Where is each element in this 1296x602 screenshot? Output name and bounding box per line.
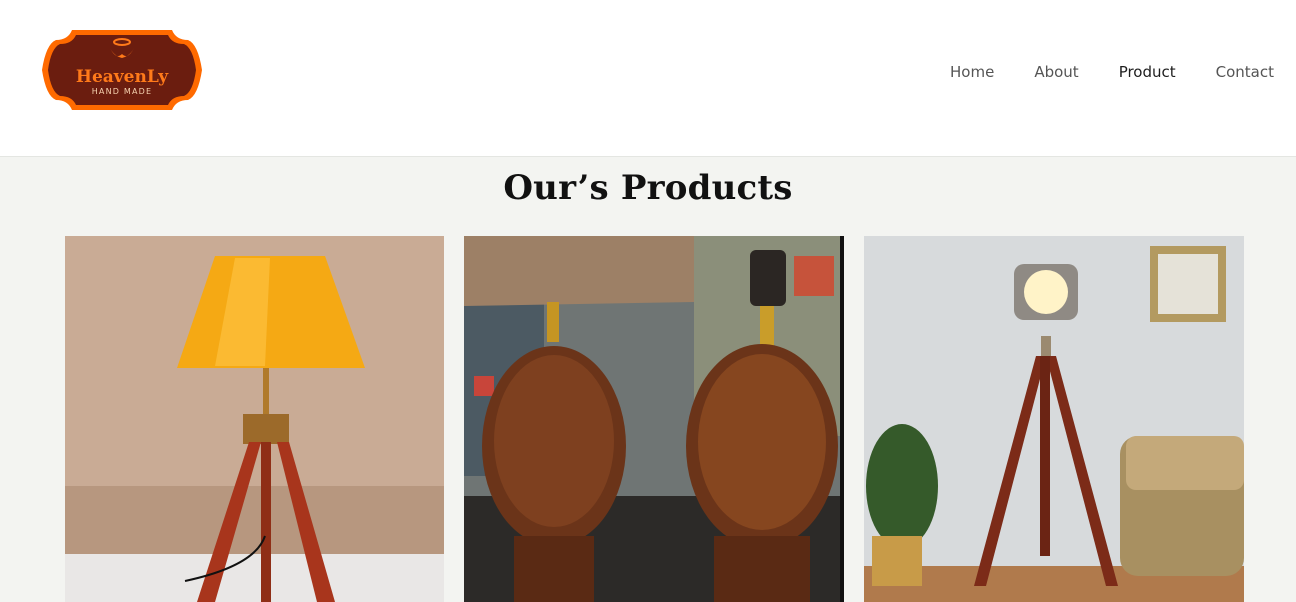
product-card-tripod-table-lamp[interactable] (65, 236, 444, 602)
product-image (464, 236, 844, 602)
nav-product[interactable]: Product (1119, 62, 1176, 82)
brand-logo-text: HeavenLy (76, 67, 169, 87)
nav-home[interactable]: Home (950, 62, 994, 82)
site-header: HeavenLy HAND MADE Home About Product Co… (0, 0, 1296, 157)
product-card-tripod-spotlight[interactable] (864, 236, 1244, 602)
product-image (864, 236, 1244, 602)
products-heading: Our’s Products (503, 168, 793, 208)
nav-contact[interactable]: Contact (1216, 62, 1274, 82)
product-image (65, 236, 444, 602)
brand-logo-subtext: HAND MADE (92, 87, 153, 96)
nav-about[interactable]: About (1034, 62, 1078, 82)
main-nav: Home About Product Contact (910, 62, 1274, 82)
product-card-carved-lamp-bases[interactable] (464, 236, 844, 602)
brand-logo[interactable]: HeavenLy HAND MADE (38, 20, 206, 120)
